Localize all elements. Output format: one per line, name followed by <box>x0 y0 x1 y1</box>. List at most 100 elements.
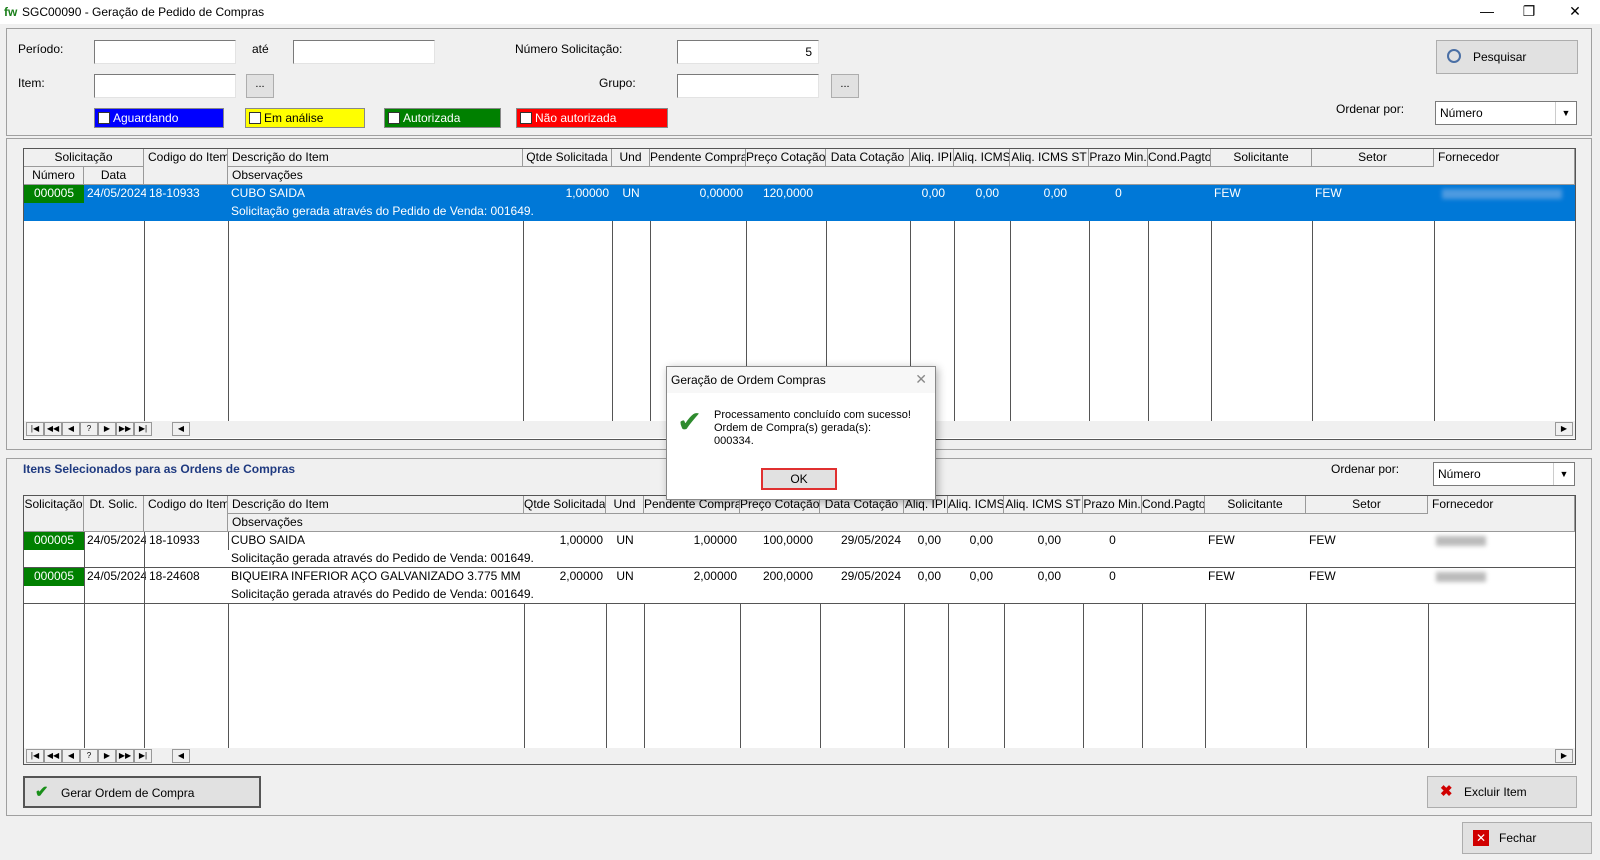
ordenar-select-bottom[interactable]: Número ▼ <box>1433 462 1575 486</box>
status-nao-autorizada[interactable]: Não autorizada <box>516 108 668 128</box>
header-data-cotacao[interactable]: Data Cotação <box>826 149 910 167</box>
dialog-close-icon[interactable]: ✕ <box>915 371 927 388</box>
header-fornecedor[interactable]: Fornecedor <box>1434 149 1575 185</box>
checkbox-icon[interactable] <box>520 112 532 124</box>
header-qtde[interactable]: Qtde Solicitada <box>523 149 612 167</box>
prior-record-button[interactable]: ◀ <box>62 422 80 436</box>
scroll-right-button[interactable]: ▶ <box>1555 749 1573 763</box>
row-prazo: 0 <box>1109 533 1116 547</box>
row-aliq-icms-st: 0,00 <box>1043 186 1067 200</box>
numero-solicitacao-input[interactable]: 5 <box>677 40 819 64</box>
header-aliq-icms-st[interactable]: Aliq. ICMS ST <box>1010 149 1089 167</box>
row-setor: FEW <box>1315 186 1342 200</box>
header-prazo[interactable]: Prazo Min. <box>1089 149 1148 167</box>
next-record-button[interactable]: ▶ <box>98 749 116 763</box>
chevron-down-icon[interactable]: ▼ <box>1555 102 1576 124</box>
header-numero[interactable]: Número <box>24 167 84 185</box>
chevron-down-icon[interactable]: ▼ <box>1553 463 1574 485</box>
prior-page-button[interactable]: ◀◀ <box>44 749 62 763</box>
grupo-input[interactable] <box>677 74 819 98</box>
periodo-start-input[interactable] <box>94 40 236 64</box>
first-record-button[interactable]: |◀ <box>26 422 44 436</box>
header-cond-pagto[interactable]: Cond.Pagto <box>1148 149 1211 167</box>
grupo-label: Grupo: <box>599 76 636 90</box>
status-autorizada[interactable]: ✓ Autorizada <box>384 108 501 128</box>
prior-record-button[interactable]: ◀ <box>62 749 80 763</box>
scroll-left-button[interactable]: ◀ <box>172 422 190 436</box>
row-preco: 200,0000 <box>762 569 813 583</box>
fechar-button[interactable]: ✕ Fechar <box>1462 822 1592 854</box>
status-aguardando[interactable]: Aguardando <box>94 108 224 128</box>
row-qtde: 2,00000 <box>559 569 603 583</box>
section-title: Itens Selecionados para as Ordens de Com… <box>23 462 296 476</box>
row-pendente: 0,00000 <box>699 186 743 200</box>
header-solicitacao[interactable]: Solicitação <box>24 149 144 167</box>
next-page-button[interactable]: ▶▶ <box>116 422 134 436</box>
header-descricao[interactable]: Descrição do Item <box>228 496 524 514</box>
item-input[interactable] <box>94 74 236 98</box>
last-record-button[interactable]: ▶| <box>134 749 152 763</box>
header-solicitacao[interactable]: Solicitação <box>24 496 84 532</box>
row-pendente: 1,00000 <box>693 533 737 547</box>
ok-button[interactable]: OK <box>761 468 837 490</box>
header-observacoes[interactable]: Observações <box>228 167 1575 185</box>
header-preco[interactable]: Preço Cotação <box>746 149 826 167</box>
header-prazo[interactable]: Prazo Min. <box>1083 496 1142 514</box>
periodo-end-input[interactable] <box>293 40 435 64</box>
status-label: Autorizada <box>403 111 461 125</box>
row-aliq-icms: 0,00 <box>969 569 993 583</box>
scroll-right-button[interactable]: ▶ <box>1555 422 1573 436</box>
ordenar-select[interactable]: Número ▼ <box>1435 101 1577 125</box>
bottom-grid[interactable]: Solicitação Dt. Solic. Codigo do Item De… <box>23 495 1576 765</box>
first-record-button[interactable]: |◀ <box>26 749 44 763</box>
header-setor[interactable]: Setor <box>1312 149 1434 167</box>
last-record-button[interactable]: ▶| <box>134 422 152 436</box>
gerar-ordem-button[interactable]: ✔ Gerar Ordem de Compra <box>23 776 261 808</box>
header-aliq-icms-st[interactable]: Aliq. ICMS ST <box>1004 496 1083 514</box>
excluir-item-button[interactable]: ✖ Excluir Item <box>1427 776 1577 808</box>
next-record-button[interactable]: ▶ <box>98 422 116 436</box>
header-dt-solic[interactable]: Dt. Solic. <box>84 496 144 532</box>
header-observacoes[interactable]: Observações <box>228 514 1575 532</box>
row-codigo: 18-24608 <box>149 569 200 583</box>
row-preco: 120,0000 <box>762 186 813 200</box>
search-icon <box>1447 49 1461 63</box>
status-em-analise[interactable]: Em análise <box>245 108 365 128</box>
next-page-button[interactable]: ▶▶ <box>116 749 134 763</box>
fechar-label: Fechar <box>1499 831 1537 845</box>
help-button[interactable]: ? <box>80 422 98 436</box>
help-button[interactable]: ? <box>80 749 98 763</box>
scroll-left-button[interactable]: ◀ <box>172 749 190 763</box>
header-descricao[interactable]: Descrição do Item <box>228 149 523 167</box>
header-und[interactable]: Und <box>606 496 644 514</box>
checkbox-icon[interactable] <box>98 112 110 124</box>
minimize-button[interactable]: — <box>1464 0 1510 24</box>
header-aliq-ipi[interactable]: Aliq. IPI <box>910 149 954 167</box>
success-dialog: Geração de Ordem Compras ✕ ✔ Processamen… <box>666 366 936 500</box>
search-button[interactable]: Pesquisar <box>1436 40 1578 74</box>
gerar-ordem-label: Gerar Ordem de Compra <box>61 786 195 800</box>
item-browse-button[interactable]: ... <box>246 74 274 98</box>
header-qtde[interactable]: Qtde Solicitada <box>524 496 606 514</box>
header-und[interactable]: Und <box>612 149 650 167</box>
header-solicitante[interactable]: Solicitante <box>1211 149 1312 167</box>
header-fornecedor[interactable]: Fornecedor <box>1428 496 1575 532</box>
checkbox-icon[interactable] <box>249 112 261 124</box>
restore-button[interactable]: ❐ <box>1506 0 1552 24</box>
header-aliq-icms[interactable]: Aliq. ICMS <box>954 149 1010 167</box>
header-data[interactable]: Data <box>84 167 144 185</box>
close-window-button[interactable]: ✕ <box>1552 0 1598 24</box>
fornecedor-redacted <box>1436 572 1486 582</box>
header-solicitante[interactable]: Solicitante <box>1205 496 1306 514</box>
header-pendente[interactable]: Pendente Compra <box>650 149 746 167</box>
header-cond-pagto[interactable]: Cond.Pagto <box>1142 496 1205 514</box>
checkbox-icon[interactable]: ✓ <box>388 112 400 124</box>
prior-page-button[interactable]: ◀◀ <box>44 422 62 436</box>
header-aliq-icms[interactable]: Aliq. ICMS <box>948 496 1004 514</box>
row-aliq-icms: 0,00 <box>975 186 999 200</box>
dialog-message-2: Ordem de Compra(s) gerada(s): <box>714 422 872 434</box>
grupo-browse-button[interactable]: ... <box>831 74 859 98</box>
header-setor[interactable]: Setor <box>1306 496 1428 514</box>
header-codigo[interactable]: Codigo do Item <box>144 149 228 185</box>
header-codigo[interactable]: Codigo do Item <box>144 496 228 532</box>
